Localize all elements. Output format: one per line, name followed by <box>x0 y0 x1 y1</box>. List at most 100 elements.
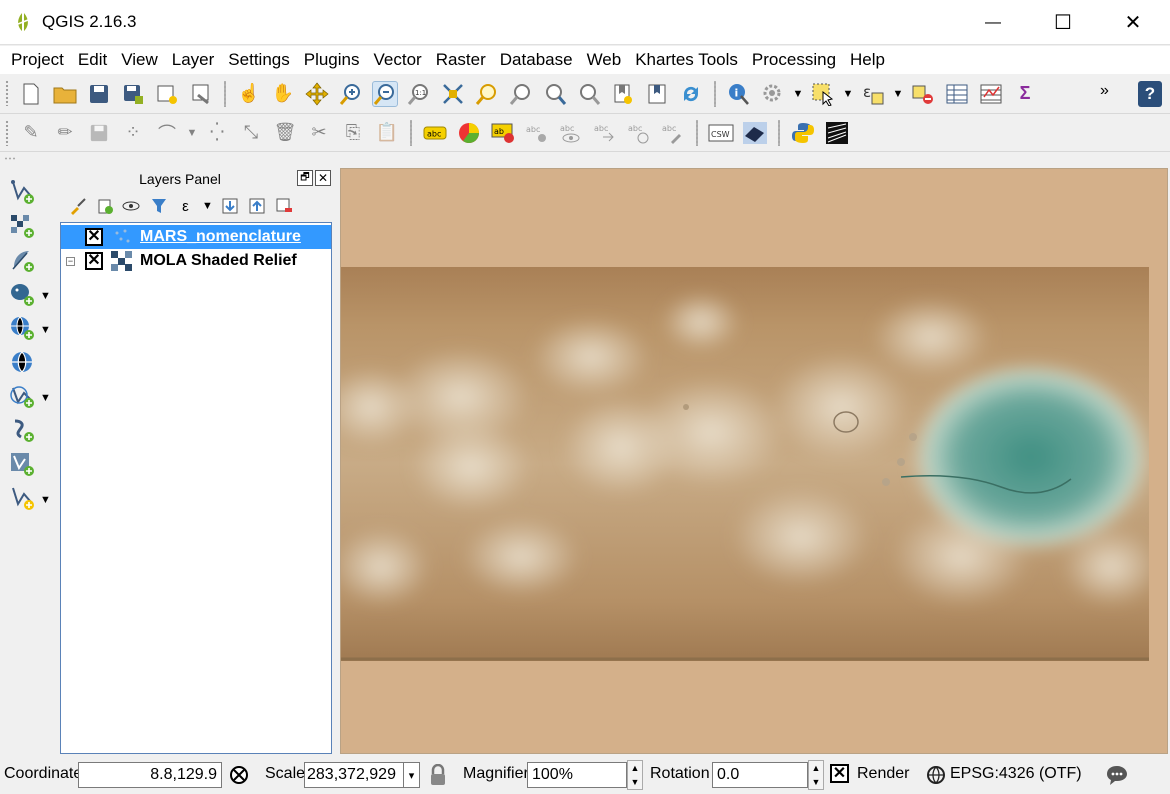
menu-project[interactable]: Project <box>4 46 71 74</box>
zoom-to-layer-icon[interactable] <box>508 81 534 107</box>
save-layer-edits-icon[interactable] <box>86 120 112 146</box>
current-edits-icon[interactable]: ✎ <box>18 120 44 146</box>
add-wms-layer-icon[interactable] <box>8 314 36 342</box>
save-project-icon[interactable] <box>86 81 112 107</box>
layer-row-mola-shaded-relief[interactable]: − ✕ MOLA Shaded Relief <box>61 249 331 273</box>
menu-help[interactable]: Help <box>843 46 892 74</box>
paste-features-icon[interactable]: 📋 <box>374 120 400 146</box>
messages-icon[interactable] <box>1105 763 1129 787</box>
select-features-icon[interactable] <box>810 81 836 107</box>
move-label-icon[interactable]: abc <box>592 120 618 146</box>
menu-vector[interactable]: Vector <box>367 46 429 74</box>
menu-layer[interactable]: Layer <box>165 46 222 74</box>
csw-client-icon[interactable]: CSW <box>708 120 734 146</box>
add-wcs-layer-icon[interactable] <box>8 382 36 410</box>
plugin-processing-icon[interactable] <box>824 120 850 146</box>
layer-diagram-icon[interactable] <box>456 120 482 146</box>
run-action-icon[interactable] <box>760 81 786 107</box>
pan-to-selection-icon[interactable] <box>304 81 330 107</box>
coordinate-field[interactable]: 8.8,129.9 <box>78 762 222 788</box>
pin-labels-icon[interactable]: ab <box>490 120 516 146</box>
map-canvas[interactable] <box>340 168 1168 754</box>
scale-combobox[interactable]: 283,372,929 <box>304 762 404 788</box>
field-calculator-icon[interactable] <box>978 81 1004 107</box>
new-print-composer-icon[interactable] <box>154 81 180 107</box>
help-icon[interactable]: ? <box>1138 81 1162 107</box>
composer-manager-icon[interactable] <box>188 81 214 107</box>
cut-features-icon[interactable]: ✂ <box>306 120 332 146</box>
copy-features-icon[interactable]: ⎘ <box>340 120 366 146</box>
add-raster-layer-icon[interactable] <box>8 212 36 240</box>
spin-up-icon[interactable]: ▲ <box>631 763 640 773</box>
new-layer-dropdown-icon[interactable]: ▼ <box>40 494 51 506</box>
new-project-icon[interactable] <box>18 81 44 107</box>
zoom-native-resolution-icon[interactable]: 1:1 <box>406 81 432 107</box>
wcs-dropdown-icon[interactable]: ▼ <box>40 392 51 404</box>
maximize-button[interactable]: ☐ <box>1028 0 1098 45</box>
zoom-last-icon[interactable] <box>542 81 568 107</box>
menu-view[interactable]: View <box>114 46 165 74</box>
scale-dropdown-icon[interactable]: ▾ <box>404 762 420 788</box>
render-checkbox[interactable]: ✕ <box>830 764 849 783</box>
add-circular-dropdown-icon[interactable]: ▼ <box>186 120 198 146</box>
menu-edit[interactable]: Edit <box>71 46 114 74</box>
select-dropdown-icon[interactable]: ▼ <box>842 81 854 107</box>
save-as-icon[interactable] <box>120 81 146 107</box>
spin-up-icon[interactable]: ▲ <box>812 763 821 773</box>
close-panel-button[interactable]: ✕ <box>315 170 331 186</box>
add-circular-string-icon[interactable]: ⌒ <box>154 120 180 146</box>
node-tool-icon[interactable]: ⤡ <box>238 120 264 146</box>
show-hide-labels-icon[interactable]: abc <box>558 120 584 146</box>
expression-dropdown-icon[interactable]: ▼ <box>892 81 904 107</box>
new-shapefile-layer-icon[interactable] <box>8 450 36 478</box>
delete-selected-icon[interactable]: 🗑 <box>272 120 298 146</box>
add-delimited-text-layer-icon[interactable] <box>8 246 36 274</box>
crs-globe-icon[interactable] <box>925 763 947 787</box>
run-action-dropdown-icon[interactable]: ▼ <box>792 81 804 107</box>
deselect-all-icon[interactable] <box>910 81 936 107</box>
menu-settings[interactable]: Settings <box>221 46 296 74</box>
toolbar-grip[interactable] <box>5 120 9 146</box>
filter-by-expression-icon[interactable]: ε <box>175 195 197 217</box>
layer-visibility-checkbox[interactable]: ✕ <box>85 252 103 270</box>
move-feature-icon[interactable]: ⁛ <box>204 120 230 146</box>
statistical-summary-icon[interactable]: Σ <box>1012 81 1038 107</box>
add-feature-icon[interactable]: ⁘ <box>120 120 146 146</box>
rotation-field[interactable]: 0.0 <box>712 762 808 788</box>
collapse-all-icon[interactable] <box>246 195 268 217</box>
layer-labeling-icon[interactable]: abc <box>422 120 448 146</box>
expression-filter-dropdown-icon[interactable]: ▼ <box>202 195 214 217</box>
toggle-editing-icon[interactable]: ✏ <box>52 120 78 146</box>
layer-visibility-checkbox[interactable]: ✕ <box>85 228 103 246</box>
style-manager-icon[interactable] <box>67 195 89 217</box>
zoom-full-icon[interactable] <box>440 81 466 107</box>
layer-row-mars-nomenclature[interactable]: ✕ MARS_nomenclature <box>61 225 331 249</box>
remove-layer-icon[interactable] <box>273 195 295 217</box>
minimize-button[interactable]: — <box>958 0 1028 45</box>
zoom-out-icon[interactable] <box>372 80 398 107</box>
manage-visibility-icon[interactable] <box>121 195 143 217</box>
attribute-table-icon[interactable] <box>944 81 970 107</box>
change-label-icon[interactable]: abc <box>660 120 686 146</box>
show-bookmarks-icon[interactable] <box>644 81 670 107</box>
menu-processing[interactable]: Processing <box>745 46 843 74</box>
postgis-dropdown-icon[interactable]: ▼ <box>40 290 51 302</box>
menu-khartes-tools[interactable]: Khartes Tools <box>628 46 745 74</box>
identify-features-icon[interactable]: i <box>726 81 752 107</box>
menu-web[interactable]: Web <box>580 46 629 74</box>
wms-dropdown-icon[interactable]: ▼ <box>40 324 51 336</box>
magnifier-field[interactable]: 100% <box>527 762 627 788</box>
close-window-button[interactable]: ✕ <box>1098 0 1168 45</box>
touch-zoom-icon[interactable]: ☝ <box>236 81 262 107</box>
rotation-spinner[interactable]: ▲ ▼ <box>808 760 824 790</box>
menu-plugins[interactable]: Plugins <box>297 46 367 74</box>
toggle-extents-icon[interactable] <box>227 762 251 788</box>
collapse-icon[interactable]: − <box>66 257 75 266</box>
toolbar-grip[interactable] <box>5 80 9 106</box>
highlight-pinned-labels-icon[interactable]: abc <box>524 120 550 146</box>
zoom-to-selection-icon[interactable] <box>474 81 500 107</box>
add-spatialite-layer-icon[interactable] <box>8 416 36 444</box>
open-project-icon[interactable] <box>52 81 78 107</box>
filter-legend-icon[interactable] <box>148 195 170 217</box>
lock-scale-icon[interactable] <box>427 762 449 788</box>
